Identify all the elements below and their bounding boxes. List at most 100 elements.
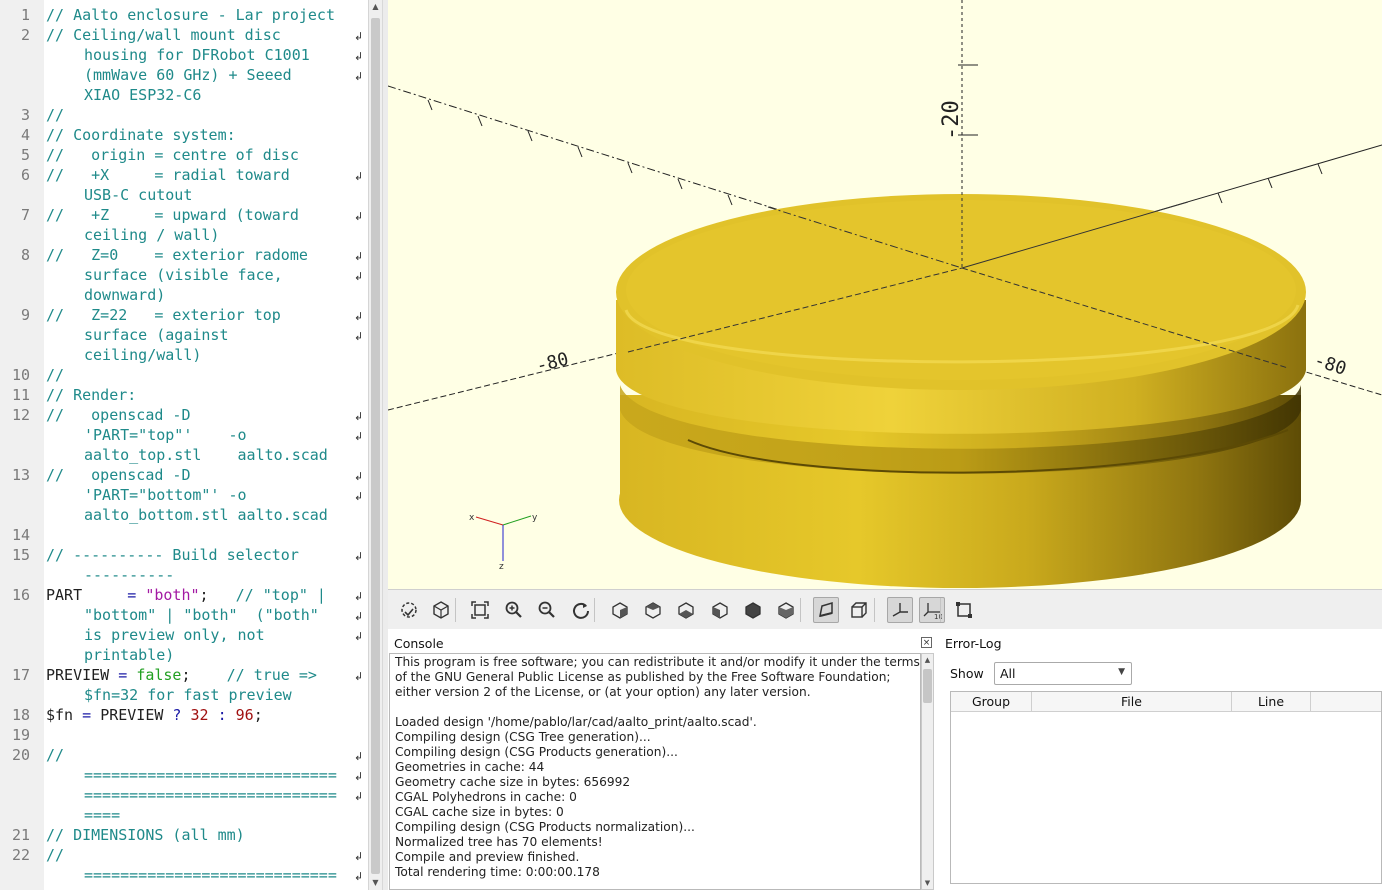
gizmo-z-label: z	[499, 562, 504, 572]
code-token: is preview only, not	[84, 626, 265, 644]
line-number: 4	[20, 126, 30, 144]
disc-model	[616, 194, 1306, 588]
view-back-button[interactable]	[773, 597, 799, 623]
view-toolbar: 10	[388, 589, 1382, 629]
console-line: Normalized tree has 70 elements!	[395, 835, 603, 849]
error-log-header: Group File Line	[951, 692, 1381, 712]
zoom-out-button[interactable]	[534, 597, 560, 623]
wrap-indicator-icon: ↲	[354, 310, 364, 323]
code-token: (mmWave 60 GHz) + Seeed	[84, 66, 292, 84]
wrap-indicator-icon: ↲	[354, 870, 364, 883]
code-token: // openscad -D	[46, 466, 191, 484]
code-line: // +Z = upward (toward	[46, 205, 299, 225]
show-scale-markers-button[interactable]: 10	[919, 597, 945, 623]
scroll-up-icon[interactable]: ▲	[369, 0, 382, 14]
console-output[interactable]: This program is free software; you can r…	[389, 653, 921, 890]
preview-button[interactable]	[396, 597, 422, 623]
code-line: //	[46, 105, 64, 125]
console-line: This program is free software; you can r…	[395, 655, 920, 669]
code-token: 96	[235, 706, 254, 724]
code-token: // Aalto enclosure - Lar project	[46, 6, 335, 24]
line-number: 16	[11, 586, 30, 604]
view-all-button[interactable]	[467, 597, 493, 623]
code-token: // "top" |	[235, 586, 326, 604]
code-token: PREVIEW	[100, 706, 164, 724]
show-edges-button[interactable]	[951, 597, 977, 623]
console-line: CGAL Polyhedrons in cache: 0	[395, 790, 577, 804]
code-editor[interactable]: 1 2 3 4 5 6 7 8 9 10 11 12 13 14 15 16 17 18 19 20 21 22 // A…	[0, 0, 368, 890]
reset-view-button[interactable]	[568, 597, 594, 623]
code-line: surface (visible face,	[84, 265, 283, 285]
error-log-table[interactable]: Group File Line	[950, 691, 1382, 884]
wrap-indicator-icon: ↲	[354, 670, 364, 683]
view-bottom-button[interactable]	[673, 597, 699, 623]
code-line: // Render:	[46, 385, 136, 405]
orthogonal-button[interactable]	[846, 597, 872, 623]
code-token: aalto_top.stl aalto.scad	[84, 446, 328, 464]
zoom-in-button[interactable]	[501, 597, 527, 623]
code-token: 'PART="top"' -o	[84, 426, 247, 444]
code-token: // +Z = upward (toward	[46, 206, 299, 224]
gizmo-y-label: y	[532, 513, 538, 523]
scroll-down-icon[interactable]: ▼	[922, 877, 933, 889]
code-line: PART = "both"; // "top" |	[46, 585, 326, 605]
code-line: // origin = centre of disc	[46, 145, 299, 165]
code-line: // Aalto enclosure - Lar project	[46, 5, 335, 25]
perspective-button[interactable]	[813, 597, 839, 623]
console-title: Console	[394, 636, 444, 651]
column-header-line[interactable]: Line	[1232, 692, 1311, 711]
code-line: aalto_top.stl aalto.scad	[84, 445, 328, 465]
close-icon[interactable]: ×	[921, 637, 932, 648]
view-front-button[interactable]	[740, 597, 766, 623]
code-line: surface (against	[84, 325, 229, 345]
line-number: 14	[11, 526, 30, 544]
line-number: 5	[20, 146, 30, 164]
line-number: 2	[20, 26, 30, 44]
code-token: $fn	[46, 706, 74, 724]
wrap-indicator-icon: ↲	[354, 250, 364, 263]
show-axes-button[interactable]	[887, 597, 913, 623]
editor-scrollbar[interactable]: ▲ ▼	[368, 0, 382, 890]
wrap-indicator-icon: ↲	[354, 410, 364, 423]
line-number: 10	[11, 366, 30, 384]
scroll-up-icon[interactable]: ▲	[922, 654, 933, 666]
code-token: ============================	[84, 766, 337, 784]
console-line: Compile and preview finished.	[395, 850, 580, 864]
code-token: ============================	[84, 786, 337, 804]
code-token: "both"	[145, 586, 200, 604]
console-scroll-thumb[interactable]	[923, 669, 932, 703]
code-token: ====	[84, 806, 121, 824]
column-header-file[interactable]: File	[1032, 692, 1232, 711]
wrap-indicator-icon: ↲	[354, 210, 364, 223]
code-line: PREVIEW = false; // true =>	[46, 665, 317, 685]
zoom-out-icon	[538, 601, 555, 618]
3d-viewport[interactable]: -20 -80 -80 x y z	[388, 0, 1382, 589]
render-button[interactable]	[428, 597, 454, 623]
perspective-icon	[819, 601, 833, 618]
line-number: 3	[20, 106, 30, 124]
view-back-icon	[778, 602, 794, 619]
editor-scroll-thumb[interactable]	[371, 18, 380, 874]
view-top-button[interactable]	[640, 597, 666, 623]
view-right-button[interactable]	[607, 597, 633, 623]
wrap-indicator-icon: ↲	[354, 70, 364, 83]
axes-gizmo: x y z	[469, 513, 538, 572]
code-line: XIAO ESP32-C6	[84, 85, 201, 105]
code-line: downward)	[84, 285, 165, 305]
code-line: housing for DFRobot C1001	[84, 45, 310, 65]
code-line: ceiling / wall)	[84, 225, 219, 245]
column-header-group[interactable]: Group	[951, 692, 1032, 711]
toolbar-separator	[874, 598, 875, 622]
code-token: USB-C cutout	[84, 186, 193, 204]
code-token: ----------	[84, 566, 175, 584]
preview-icon	[401, 602, 417, 618]
wrap-indicator-icon: ↲	[354, 330, 364, 343]
show-filter-select[interactable]: All ▼	[994, 662, 1132, 685]
code-token: // openscad -D	[46, 406, 191, 424]
view-left-button[interactable]	[707, 597, 733, 623]
code-token: // Z=22 = exterior top	[46, 306, 281, 324]
console-scrollbar[interactable]: ▲ ▼	[921, 653, 934, 890]
wrap-indicator-icon: ↲	[354, 610, 364, 623]
code-line: // Z=0 = exterior radome	[46, 245, 308, 265]
scroll-down-icon[interactable]: ▼	[369, 876, 382, 890]
